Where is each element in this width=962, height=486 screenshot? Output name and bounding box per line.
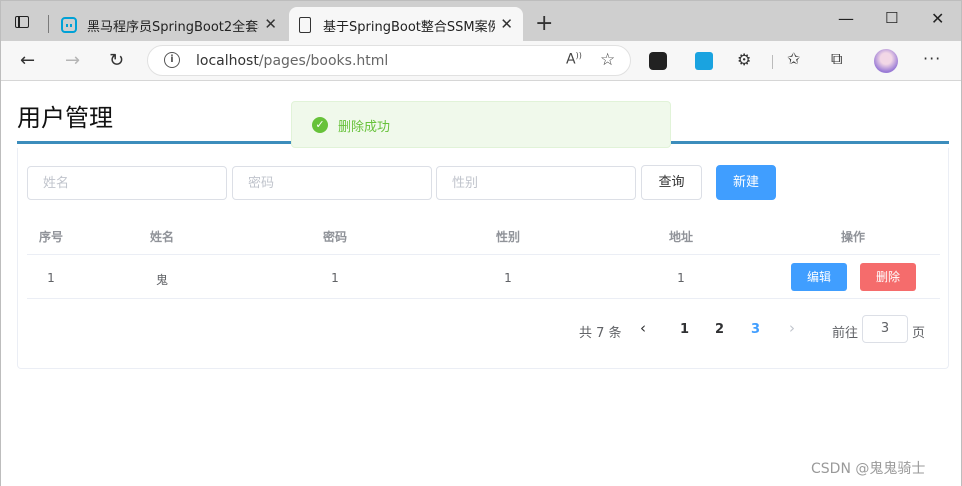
tab-actions-icon[interactable]	[11, 11, 33, 33]
extension-icon[interactable]	[649, 52, 667, 70]
maximize-icon[interactable]: ☐	[885, 9, 898, 27]
page-number-3[interactable]: 3	[751, 322, 760, 337]
close-icon[interactable]: ✕	[500, 15, 513, 33]
tab-title: 基于SpringBoot整合SSM案例	[323, 20, 495, 35]
success-check-icon: ✓	[312, 117, 328, 133]
column-header-actions: 操作	[840, 230, 866, 244]
navigation-bar: ← → ↻ i localhost/pages/books.html A)) ☆…	[1, 41, 961, 81]
add-favorite-icon[interactable]: ☆	[600, 50, 615, 70]
column-header-index: 序号	[38, 230, 64, 244]
tab-bilibili[interactable]: 黑马程序员SpringBoot2全套视频 ✕	[53, 7, 287, 41]
toast-message: 删除成功	[338, 120, 391, 135]
new-tab-icon[interactable]: +	[535, 11, 553, 36]
cell-address: 1	[677, 271, 685, 285]
favorites-icon[interactable]: ✩	[787, 49, 805, 68]
row-divider	[27, 298, 940, 299]
read-aloud-icon[interactable]: A))	[566, 51, 582, 68]
tab-ssm-case[interactable]: 基于SpringBoot整合SSM案例 ✕	[289, 7, 523, 41]
toolbar-divider	[772, 55, 773, 69]
page-suffix: 页	[912, 326, 926, 341]
site-info-icon[interactable]: i	[164, 52, 180, 68]
page-title: 用户管理	[17, 104, 113, 132]
column-header-name: 姓名	[149, 230, 175, 244]
forward-icon[interactable]: →	[65, 50, 80, 71]
success-toast: ✓ 删除成功	[291, 101, 671, 148]
extensions-puzzle-icon[interactable]: ⚙	[737, 50, 755, 69]
column-header-address: 地址	[668, 230, 694, 244]
tab-divider	[48, 15, 49, 33]
tab-strip: 黑马程序员SpringBoot2全套视频 ✕ 基于SpringBoot整合SSM…	[1, 1, 961, 41]
collections-icon[interactable]: ⧉	[831, 49, 849, 68]
goto-label: 前往	[832, 326, 859, 341]
page-number-2[interactable]: 2	[715, 322, 724, 337]
close-icon[interactable]: ✕	[264, 15, 277, 33]
column-header-gender: 性别	[495, 230, 521, 244]
profile-avatar[interactable]	[874, 49, 898, 73]
address-bar[interactable]: i localhost/pages/books.html A)) ☆	[147, 45, 631, 76]
delete-button[interactable]: 删除	[860, 263, 916, 291]
next-page-icon[interactable]: ›	[789, 319, 795, 337]
document-icon	[299, 17, 311, 33]
minimize-icon[interactable]: —	[838, 9, 854, 28]
cell-gender: 1	[504, 271, 512, 285]
pagination-total: 共 7 条	[579, 326, 622, 341]
query-button[interactable]: 查询	[641, 165, 702, 200]
watermark: CSDN @鬼鬼骑士	[811, 461, 926, 477]
more-menu-icon[interactable]: ···	[923, 49, 941, 68]
browser-window: 黑马程序员SpringBoot2全套视频 ✕ 基于SpringBoot整合SSM…	[0, 0, 962, 486]
tab-title: 黑马程序员SpringBoot2全套视频	[87, 20, 259, 35]
goto-page-input[interactable]: 3	[862, 315, 908, 343]
password-input[interactable]	[232, 166, 432, 200]
column-header-password: 密码	[322, 230, 348, 244]
web-page: 用户管理 ✓ 删除成功 查询 新建 序号 姓名 密码 性别 地址 操作 1 鬼 …	[1, 82, 961, 486]
name-input[interactable]	[27, 166, 227, 200]
url-text[interactable]: localhost/pages/books.html	[196, 53, 388, 69]
cell-name: 鬼	[155, 273, 169, 287]
header-divider	[27, 254, 940, 255]
window-close-icon[interactable]: ✕	[931, 9, 944, 28]
back-icon[interactable]: ←	[20, 50, 35, 71]
gender-input[interactable]	[436, 166, 636, 200]
refresh-icon[interactable]: ↻	[109, 50, 124, 71]
new-button[interactable]: 新建	[716, 165, 776, 200]
page-number-1[interactable]: 1	[680, 322, 689, 337]
bilibili-icon	[61, 17, 77, 33]
edit-button[interactable]: 编辑	[791, 263, 847, 291]
cell-index: 1	[47, 271, 55, 285]
extension-icon[interactable]	[695, 52, 713, 70]
cell-password: 1	[331, 271, 339, 285]
prev-page-icon[interactable]: ‹	[640, 319, 646, 337]
